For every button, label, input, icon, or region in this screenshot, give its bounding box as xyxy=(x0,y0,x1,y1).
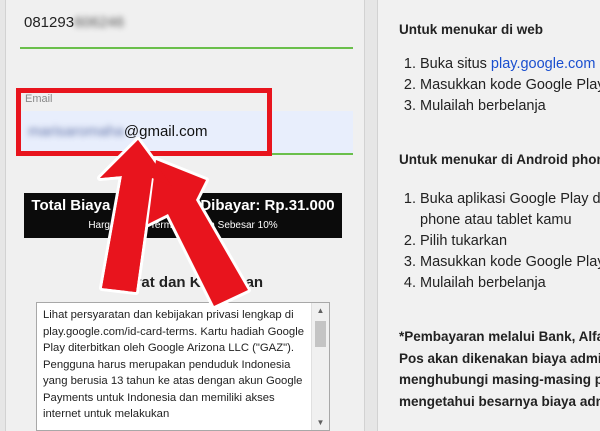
instructions-panel: Untuk menukar di web Buka situs play.goo… xyxy=(377,0,600,431)
terms-textarea[interactable]: Lihat persyaratan dan kebijakan privasi … xyxy=(36,302,330,431)
email-highlight-box xyxy=(16,88,272,156)
web-step-2: Masukkan kode Google Play xyxy=(420,75,600,96)
scrollbar-thumb[interactable] xyxy=(315,321,326,347)
android-step-1: Buka aplikasi Google Play diphone atau t… xyxy=(420,189,600,231)
terms-text: Lihat persyaratan dan kebijakan privasi … xyxy=(43,309,305,420)
total-price-text: Total Biaya yang Harus Dibayar: Rp.31.00… xyxy=(31,197,335,214)
web-step-1: Buka situs play.google.com xyxy=(420,54,600,75)
tax-note: Harga Sudah Termasuk PPn Sebesar 10% xyxy=(88,220,278,231)
total-price-banner: Total Biaya yang Harus Dibayar: Rp.31.00… xyxy=(24,193,342,238)
android-step-4: Mulailah berbelanja xyxy=(420,273,600,294)
phone-masked: 606246 xyxy=(74,14,125,31)
phone-field-underline xyxy=(20,47,353,49)
terms-title: Syarat dan Ketentuan xyxy=(108,274,264,291)
web-steps-list: Buka situs play.google.com Masukkan kode… xyxy=(402,54,600,117)
android-step-3: Masukkan kode Google Play xyxy=(420,252,600,273)
android-step-2: Pilih tukarkan xyxy=(420,231,600,252)
android-redeem-heading: Untuk menukar di Android phone xyxy=(399,152,600,167)
scroll-up-arrow-icon[interactable]: ▲ xyxy=(312,304,329,318)
terms-scrollbar[interactable]: ▲ ▼ xyxy=(311,303,329,430)
scroll-down-arrow-icon[interactable]: ▼ xyxy=(312,416,329,430)
payment-fee-note: *Pembayaran melalui Bank, Alfamart dan P… xyxy=(399,329,600,409)
android-steps-list: Buka aplikasi Google Play diphone atau t… xyxy=(402,189,600,294)
web-redeem-heading: Untuk menukar di web xyxy=(399,22,544,37)
web-step-3: Mulailah berbelanja xyxy=(420,96,600,117)
phone-prefix: 081293 xyxy=(24,14,75,31)
play-store-link[interactable]: play.google.com xyxy=(491,56,596,72)
phone-field[interactable]: 081293606246 xyxy=(24,14,124,31)
